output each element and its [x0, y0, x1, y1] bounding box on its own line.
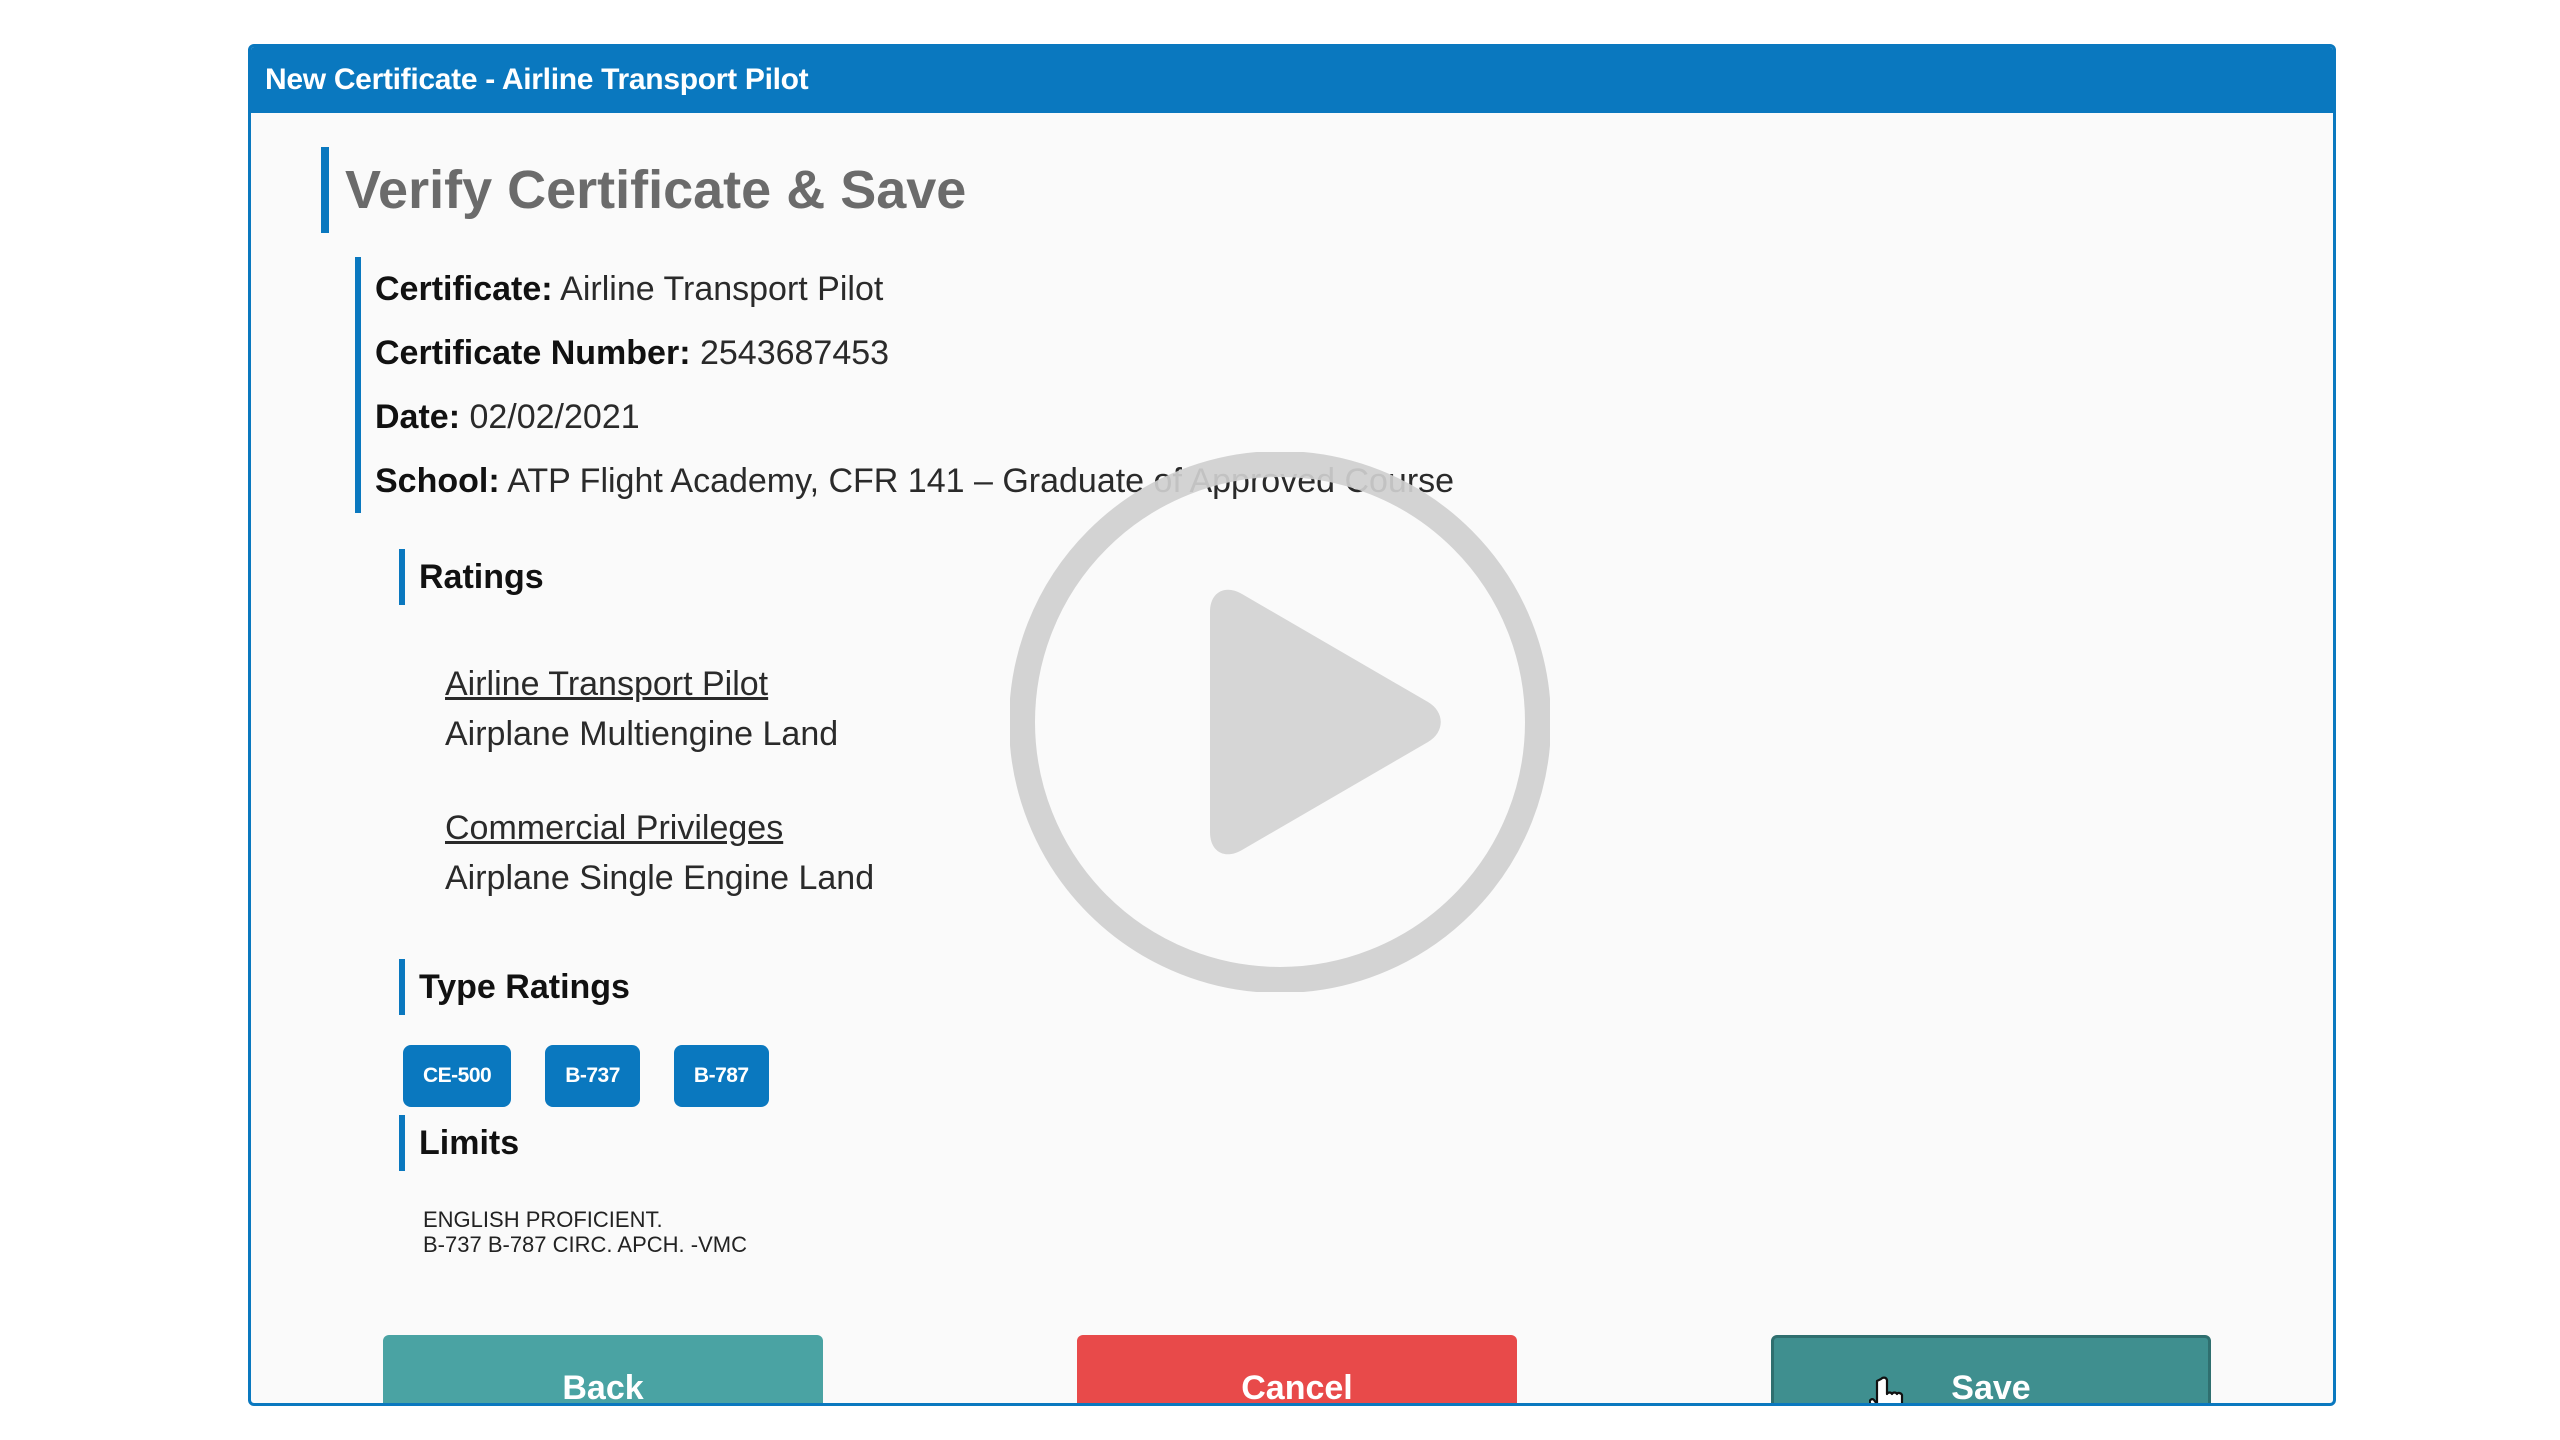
detail-label: School:	[375, 462, 500, 500]
detail-label: Certificate:	[375, 270, 553, 308]
page-title: Verify Certificate & Save	[321, 147, 966, 233]
detail-value: Airline Transport Pilot	[552, 270, 884, 308]
rating-sub: Airplane Single Engine Land	[445, 859, 875, 897]
limits-heading: Limits	[399, 1115, 519, 1171]
rating-item: Commercial Privileges Airplane Single En…	[445, 803, 874, 903]
detail-school: School: ATP Flight Academy, CFR 141 – Gr…	[375, 449, 1454, 513]
type-rating-chip[interactable]: B-737	[545, 1045, 640, 1107]
rating-sub: Airplane Multiengine Land	[445, 715, 839, 753]
detail-certificate-number: Certificate Number: 2543687453	[375, 321, 1454, 385]
limits-line: ENGLISH PROFICIENT.	[423, 1207, 663, 1232]
ratings-heading: Ratings	[399, 549, 544, 605]
type-rating-chips: CE-500 B-737 B-787	[403, 1045, 769, 1107]
rating-title[interactable]: Airline Transport Pilot	[445, 659, 838, 709]
detail-date: Date: 02/02/2021	[375, 385, 1454, 449]
type-rating-chip[interactable]: CE-500	[403, 1045, 512, 1107]
hand-cursor-icon	[1869, 1376, 1904, 1403]
cancel-button[interactable]: Cancel	[1077, 1335, 1517, 1403]
limits-line: B-737 B-787 CIRC. APCH. -VMC	[423, 1232, 747, 1257]
type-rating-chip[interactable]: B-787	[673, 1045, 769, 1107]
limits-text: ENGLISH PROFICIENT. B-737 B-787 CIRC. AP…	[423, 1207, 747, 1257]
rating-item: Airline Transport Pilot Airplane Multien…	[445, 659, 838, 759]
detail-value: ATP Flight Academy, CFR 141 – Graduate o…	[499, 462, 1455, 500]
certificate-dialog: New Certificate - Airline Transport Pilo…	[248, 44, 2336, 1406]
back-button[interactable]: Back	[383, 1335, 823, 1403]
dialog-title: New Certificate - Airline Transport Pilo…	[251, 47, 2333, 113]
detail-label: Certificate Number:	[375, 334, 691, 372]
save-button[interactable]: Save	[1771, 1335, 2211, 1403]
certificate-details: Certificate: Airline Transport Pilot Cer…	[355, 257, 1454, 513]
detail-label: Date:	[375, 398, 461, 436]
detail-value: 2543687453	[690, 334, 890, 372]
rating-title[interactable]: Commercial Privileges	[445, 803, 874, 853]
detail-certificate: Certificate: Airline Transport Pilot	[375, 257, 1454, 321]
detail-value: 02/02/2021	[460, 398, 640, 436]
type-ratings-heading: Type Ratings	[399, 959, 630, 1015]
